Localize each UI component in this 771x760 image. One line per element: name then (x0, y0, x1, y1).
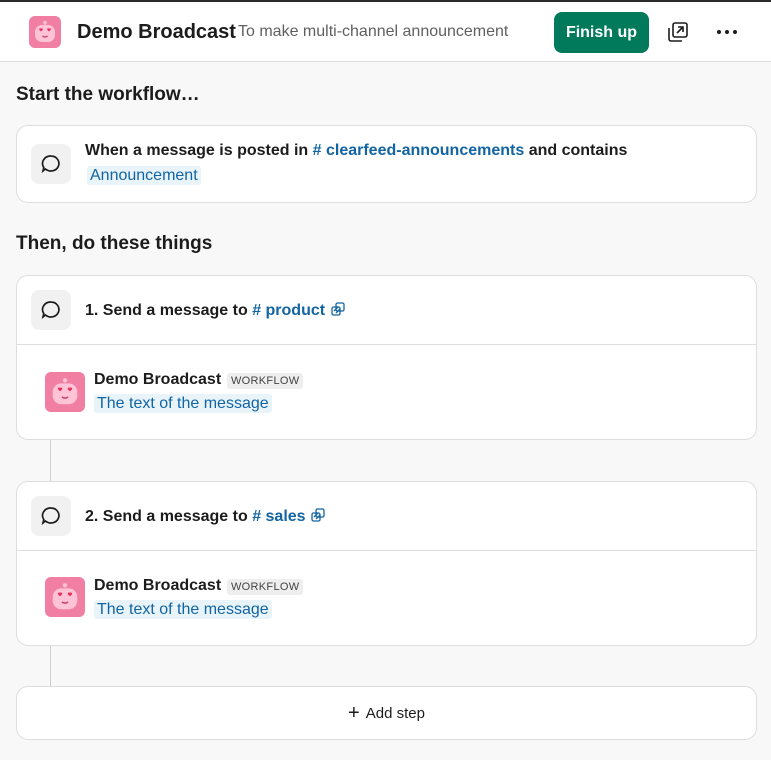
workflow-badge: WORKFLOW (227, 373, 304, 389)
step-channel-link[interactable]: # sales (252, 508, 305, 525)
plus-icon: + (348, 701, 360, 724)
more-options-icon[interactable] (713, 18, 741, 46)
trigger-channel-link[interactable]: # clearfeed-announcements (313, 142, 525, 159)
message-sender: Demo Broadcast (94, 371, 222, 388)
start-workflow-heading: Start the workflow… (16, 84, 200, 105)
keyword-token[interactable]: Announcement (87, 166, 201, 185)
bot-avatar-icon (45, 577, 85, 617)
shared-channel-icon (311, 508, 325, 522)
bot-avatar-icon (29, 16, 61, 48)
message-text-token[interactable]: The text of the message (94, 394, 272, 413)
finish-up-button[interactable]: Finish up (554, 12, 649, 53)
shared-channel-icon (330, 302, 345, 316)
add-step-label: Add step (365, 704, 425, 722)
message-bubble-icon (31, 496, 71, 536)
step-header: 1. Send a message to # product (17, 276, 756, 345)
step-label: 2. Send a message to (85, 508, 248, 525)
message-bubble-icon (31, 290, 71, 330)
step-header: 2. Send a message to # sales (17, 482, 756, 551)
add-step-button[interactable]: + Add step (16, 686, 757, 740)
step-card[interactable]: 2. Send a message to # sales Demo Broadc… (16, 481, 757, 646)
trigger-prefix: When a message is posted in (85, 142, 309, 159)
bot-avatar-icon (45, 372, 85, 412)
step-connector (50, 646, 51, 686)
open-in-window-icon[interactable] (664, 18, 692, 46)
message-text-token[interactable]: The text of the message (94, 600, 272, 619)
steps-heading: Then, do these things (16, 233, 213, 254)
workflow-description: To make multi-channel announcement (238, 23, 509, 40)
message-bubble-icon (31, 144, 71, 184)
trigger-description: When a message is posted in # clearfeed-… (85, 142, 627, 160)
trigger-suffix: and contains (528, 142, 628, 159)
step-channel-link[interactable]: # product (252, 302, 325, 319)
step-connector (50, 440, 51, 482)
step-card[interactable]: 1. Send a message to # product Demo Broa… (16, 275, 757, 440)
top-bar: Demo Broadcast To make multi-channel ann… (0, 0, 771, 62)
workflow-title: Demo Broadcast (77, 21, 236, 43)
step-label: 1. Send a message to (85, 302, 248, 319)
workflow-badge: WORKFLOW (227, 579, 304, 595)
trigger-card[interactable]: When a message is posted in # clearfeed-… (16, 125, 757, 203)
message-sender: Demo Broadcast (94, 577, 222, 594)
